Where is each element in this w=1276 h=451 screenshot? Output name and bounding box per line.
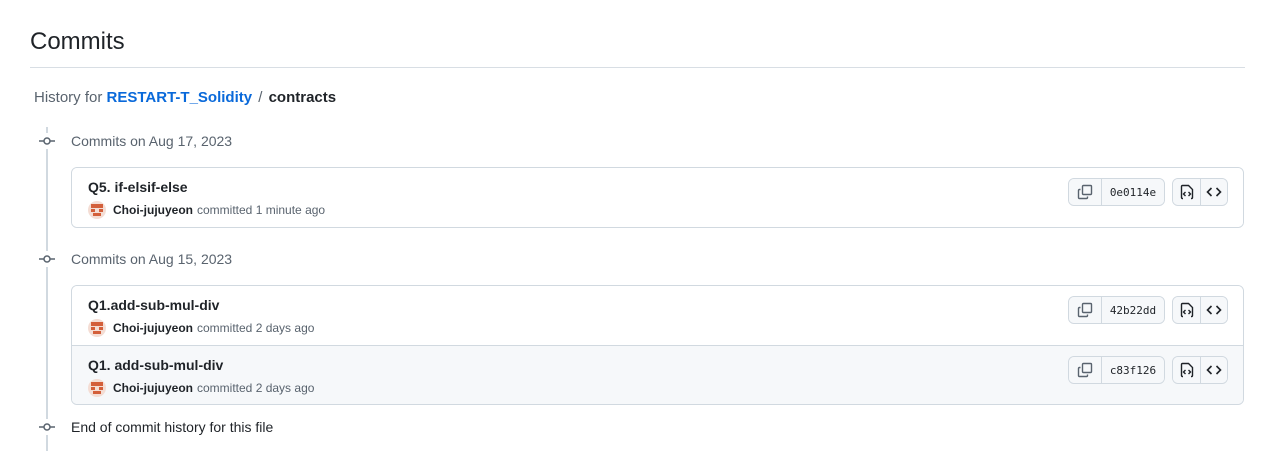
copy-sha-button[interactable] bbox=[1069, 297, 1101, 323]
commit-time[interactable]: 2 days ago bbox=[256, 381, 315, 395]
commit-author-link[interactable]: Choi-jujuyeon bbox=[113, 321, 193, 335]
view-file-button[interactable] bbox=[1173, 297, 1200, 323]
breadcrumb-current-path: contracts bbox=[268, 89, 337, 106]
code-icon bbox=[1206, 305, 1222, 315]
commit-list: Q5. if-elsif-else Choi-jujuyeon committe… bbox=[71, 167, 1244, 228]
commit-group-date: Commits on Aug 17, 2023 bbox=[71, 133, 233, 149]
view-file-button[interactable] bbox=[1173, 179, 1200, 205]
commit-sha-link[interactable]: 42b22dd bbox=[1101, 297, 1164, 323]
view-file-button[interactable] bbox=[1173, 357, 1200, 383]
commit-action: committed bbox=[197, 321, 253, 335]
commit-message-link[interactable]: Q1. add-sub-mul-div bbox=[88, 357, 223, 373]
git-commit-icon bbox=[38, 418, 56, 436]
identicon-avatar[interactable] bbox=[88, 379, 106, 397]
breadcrumb: History for RESTART-T_Solidity / contrac… bbox=[34, 89, 336, 106]
commit-author-link[interactable]: Choi-jujuyeon bbox=[113, 381, 193, 395]
commit-actions: 42b22dd bbox=[1068, 296, 1228, 324]
commit-author-link[interactable]: Choi-jujuyeon bbox=[113, 203, 193, 217]
copy-icon bbox=[1077, 302, 1093, 318]
browse-repo-button[interactable] bbox=[1200, 179, 1227, 205]
browse-repo-button[interactable] bbox=[1200, 357, 1227, 383]
commit-group-date: Commits on Aug 15, 2023 bbox=[71, 251, 233, 267]
file-code-icon bbox=[1180, 362, 1193, 378]
git-commit-icon bbox=[38, 250, 56, 268]
end-of-history-label: End of commit history for this file bbox=[71, 419, 274, 435]
copy-sha-button[interactable] bbox=[1069, 179, 1101, 205]
sha-button-group: c83f126 bbox=[1068, 356, 1165, 384]
breadcrumb-repo-link[interactable]: RESTART-T_Solidity bbox=[107, 89, 253, 106]
commit-message-link[interactable]: Q5. if-elsif-else bbox=[88, 179, 188, 195]
commit-row: Q1.add-sub-mul-div Choi-jujuyeon committ… bbox=[72, 286, 1243, 345]
git-commit-icon bbox=[38, 132, 56, 150]
commit-actions: c83f126 bbox=[1068, 356, 1228, 384]
identicon-avatar[interactable] bbox=[88, 319, 106, 337]
identicon-avatar[interactable] bbox=[88, 201, 106, 219]
timeline-line bbox=[46, 127, 48, 451]
copy-icon bbox=[1077, 184, 1093, 200]
commit-list: Q1.add-sub-mul-div Choi-jujuyeon committ… bbox=[71, 285, 1244, 405]
code-icon bbox=[1206, 187, 1222, 197]
commit-meta: Choi-jujuyeon committed 2 days ago bbox=[88, 379, 314, 397]
commit-action: committed bbox=[197, 203, 253, 217]
commit-time[interactable]: 2 days ago bbox=[256, 321, 315, 335]
sha-button-group: 42b22dd bbox=[1068, 296, 1165, 324]
commit-time[interactable]: 1 minute ago bbox=[256, 203, 325, 217]
breadcrumb-prefix: History for bbox=[34, 89, 103, 106]
commit-message-link[interactable]: Q1.add-sub-mul-div bbox=[88, 297, 219, 313]
file-code-icon bbox=[1180, 184, 1193, 200]
sha-button-group: 0e0114e bbox=[1068, 178, 1165, 206]
browse-repo-button[interactable] bbox=[1200, 297, 1227, 323]
commit-meta: Choi-jujuyeon committed 2 days ago bbox=[88, 319, 314, 337]
commit-action: committed bbox=[197, 381, 253, 395]
code-icon bbox=[1206, 365, 1222, 375]
commit-row: Q5. if-elsif-else Choi-jujuyeon committe… bbox=[72, 168, 1243, 227]
commit-meta: Choi-jujuyeon committed 1 minute ago bbox=[88, 201, 325, 219]
copy-sha-button[interactable] bbox=[1069, 357, 1101, 383]
copy-icon bbox=[1077, 362, 1093, 378]
page-title: Commits bbox=[30, 28, 125, 55]
view-button-group bbox=[1172, 296, 1228, 324]
view-button-group bbox=[1172, 356, 1228, 384]
title-divider bbox=[30, 67, 1245, 68]
commit-sha-link[interactable]: c83f126 bbox=[1101, 357, 1164, 383]
file-code-icon bbox=[1180, 302, 1193, 318]
view-button-group bbox=[1172, 178, 1228, 206]
commit-sha-link[interactable]: 0e0114e bbox=[1101, 179, 1164, 205]
commit-row: Q1. add-sub-mul-div Choi-jujuyeon commit… bbox=[72, 345, 1243, 404]
commit-actions: 0e0114e bbox=[1068, 178, 1228, 206]
breadcrumb-separator: / bbox=[258, 89, 263, 106]
